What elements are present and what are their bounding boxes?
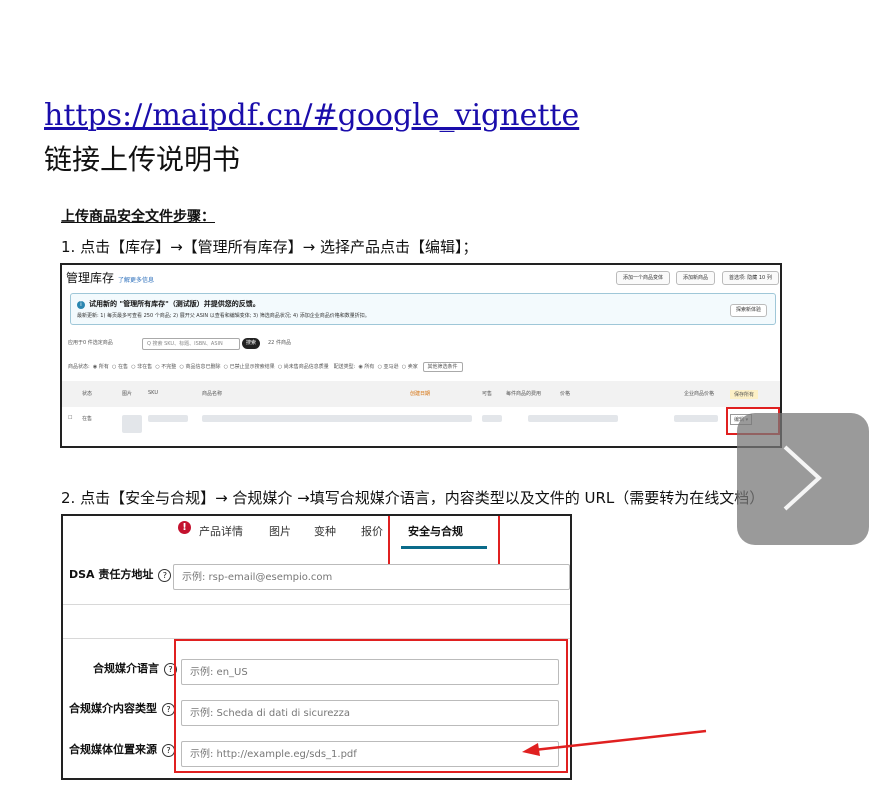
help-icon[interactable]: ? — [158, 569, 172, 582]
col-price: 价格 — [560, 391, 571, 397]
tab-product-details[interactable]: 产品详情 — [199, 523, 243, 539]
filter-active[interactable]: ○ 在售 — [112, 364, 128, 370]
step-2: 2. 点击【安全与合规】→ 合规媒介 →填写合规媒介语言，内容类型以及文件的 U… — [61, 489, 765, 507]
filter-suppressed[interactable]: ○ 已禁止显示搜索结果 — [224, 364, 275, 370]
col-name: 商品名称 — [202, 391, 223, 397]
item-count: 22 件商品 — [268, 340, 291, 346]
col-available: 可售 — [482, 391, 493, 397]
explore-button[interactable]: 探索新体验 — [729, 304, 767, 317]
banner-text: 最新更新: 1) 每页最多可查看 250 个商品; 2) 展开父 ASIN 以查… — [77, 313, 370, 319]
media-language-label: 合规媒介语言? — [93, 660, 177, 676]
media-content-type-label: 合规媒介内容类型? — [69, 700, 175, 716]
col-date[interactable]: 创建日期 — [410, 390, 430, 397]
save-all-button[interactable]: 保存所有 — [730, 390, 759, 399]
inventory-title: 管理库存 了解更多信息 — [66, 271, 155, 285]
product-image — [122, 415, 142, 433]
col-business-price: 企业商品价格 — [684, 391, 715, 397]
filter-row: 商品状态: ◉ 所有 ○ 在售 ○ 非在售 ○ 不完整 ○ 商品信息已删除 ○ … — [68, 362, 463, 372]
compliance-screenshot: ! 产品详情 图片 变种 报价 安全与合规 DSA 责任方地址? 示例: rsp… — [61, 514, 572, 780]
blurred-sku — [148, 415, 188, 422]
add-product-button[interactable]: 添加新商品 — [676, 271, 716, 285]
search-button[interactable]: 搜索 — [242, 338, 260, 349]
blurred-price — [528, 415, 618, 422]
dsa-field[interactable]: 示例: rsp-email@esempio.com — [173, 564, 570, 590]
info-icon: i — [77, 301, 85, 309]
fields-highlight-box — [174, 639, 568, 773]
fulfillment-all[interactable]: ◉ 所有 — [358, 364, 374, 370]
step-1: 1. 点击【库存】→【管理所有库存】→ 选择产品点击【编辑】； — [61, 238, 478, 256]
filter-all[interactable]: ◉ 所有 — [93, 364, 109, 370]
tab-variations[interactable]: 变种 — [314, 523, 336, 539]
add-variant-button[interactable]: 添加一个商品变体 — [616, 271, 671, 285]
filter-quality[interactable]: ○ 尚未售商品信息质量 — [278, 364, 329, 370]
filter-inactive[interactable]: ○ 非在售 — [131, 364, 152, 370]
page-link[interactable]: https://maipdf.cn/#google_vignette — [44, 98, 579, 133]
divider — [63, 604, 570, 605]
col-status: 状态 — [82, 391, 93, 397]
next-page-button[interactable] — [737, 413, 869, 545]
fulfillment-seller[interactable]: ○ 卖家 — [402, 364, 418, 370]
filter-deleted[interactable]: ○ 商品信息已删除 — [180, 364, 221, 370]
page-subtitle: 链接上传说明书 — [44, 143, 241, 176]
red-arrow-icon — [522, 729, 707, 756]
col-image: 图片 — [122, 391, 133, 397]
filter-incomplete[interactable]: ○ 不完整 — [155, 364, 176, 370]
blurred-title — [202, 415, 472, 422]
fulfillment-amazon[interactable]: ○ 亚马逊 — [378, 364, 399, 370]
section-title: 上传商品安全文件步骤： — [61, 209, 215, 225]
blurred-available — [482, 415, 502, 422]
preferences-button[interactable]: 首选项: 隐藏 10 列 — [722, 271, 779, 285]
blurred-business-price — [674, 415, 718, 422]
chevron-right-icon — [783, 445, 822, 511]
row-checkbox[interactable]: ☐ — [68, 415, 72, 421]
media-location-label: 合规媒体位置来源? — [69, 741, 175, 757]
col-fee: 每件商品的费用 — [506, 391, 542, 397]
selected-count: 应用于0 件选定商品 — [68, 340, 113, 346]
row-status: 在售 — [82, 416, 93, 422]
learn-more-link[interactable]: 了解更多信息 — [118, 277, 154, 284]
tab-offer[interactable]: 报价 — [361, 523, 383, 539]
beta-banner: i 试用新的 "管理所有库存"（测试版）并提供您的反馈。 最新更新: 1) 每页… — [70, 293, 776, 325]
search-input[interactable]: Q 搜索 SKU、标题、ISBN、ASIN — [142, 338, 240, 350]
inventory-screenshot: 管理库存 了解更多信息 添加一个商品变体 添加新商品 首选项: 隐藏 10 列 i… — [60, 263, 782, 448]
more-filters-button[interactable]: 其他筛选条件 — [422, 362, 463, 372]
banner-title: 试用新的 "管理所有库存"（测试版）并提供您的反馈。 — [89, 300, 260, 308]
tab-images[interactable]: 图片 — [269, 523, 291, 539]
col-sku: SKU — [148, 390, 158, 396]
dsa-label: DSA 责任方地址? — [69, 566, 172, 582]
error-icon: ! — [178, 521, 191, 534]
